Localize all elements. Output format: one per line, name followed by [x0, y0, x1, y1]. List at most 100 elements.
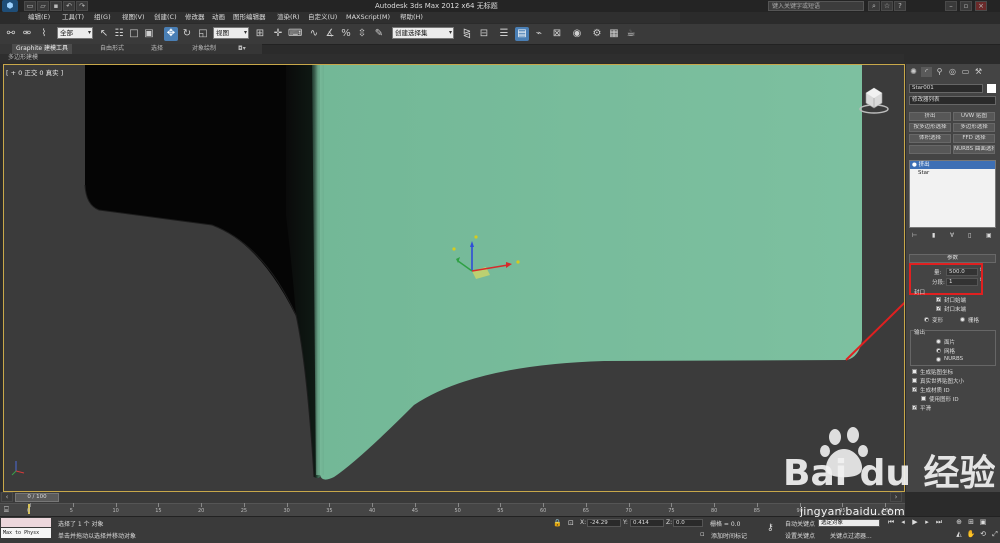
menu-edit[interactable]: 编辑(E) [28, 12, 50, 23]
select-rotate-icon[interactable]: ↻ [180, 27, 194, 41]
morph-radio[interactable] [924, 317, 929, 322]
modifier-stack[interactable]: ● 挤出 Star [909, 160, 996, 228]
select-object-icon[interactable]: ↖ [97, 27, 111, 41]
grid-radio[interactable] [960, 317, 965, 322]
time-tag-icon[interactable]: ▫ [700, 530, 705, 538]
percent-snap-icon[interactable]: % [339, 27, 353, 41]
app-logo-icon[interactable]: ⬢ [2, 0, 18, 12]
pin-stack-icon[interactable]: ⊢ [912, 232, 917, 239]
tab-selection[interactable]: 选择 [151, 44, 163, 54]
select-scale-icon[interactable]: ◱ [196, 27, 210, 41]
stack-item-extrude[interactable]: ● 挤出 [910, 161, 995, 169]
motion-tab-icon[interactable]: ◎ [947, 67, 958, 77]
layer-manager-icon[interactable]: ☰ [497, 27, 511, 41]
menu-help[interactable]: 帮助(H) [400, 12, 423, 23]
mirror-icon[interactable]: ⧎ [460, 27, 474, 41]
info-icon[interactable]: ☆ [881, 1, 893, 11]
link-icon[interactable]: ⚯ [4, 27, 18, 41]
material-editor-icon[interactable]: ◉ [570, 27, 584, 41]
real-world-map-checkbox[interactable] [912, 378, 917, 383]
tab-object-paint[interactable]: 对象绘制 [192, 44, 216, 54]
x-coord-field[interactable]: -24.29 [587, 519, 621, 527]
bind-space-warp-icon[interactable]: ⌇ [37, 27, 51, 41]
align-icon[interactable]: ⊟ [477, 27, 491, 41]
unlink-icon[interactable]: ⚮ [20, 27, 34, 41]
tab-freeform[interactable]: 自由形式 [100, 44, 124, 54]
menu-create[interactable]: 创建(C) [154, 12, 177, 23]
keyboard-shortcut-icon[interactable]: ⌨ [288, 27, 302, 41]
menu-views[interactable]: 视图(V) [122, 12, 145, 23]
vol-select-button[interactable]: 体积选择 [909, 134, 951, 143]
edit-named-selection-icon[interactable]: ✎ [372, 27, 386, 41]
redo-icon[interactable]: ↷ [76, 1, 88, 11]
menu-tools[interactable]: 工具(T) [62, 12, 84, 23]
gen-material-ids-checkbox[interactable]: ✓ [912, 387, 917, 393]
show-end-result-icon[interactable]: ▮ [932, 232, 935, 239]
modifier-list-dropdown[interactable]: 修改器列表 [909, 96, 996, 105]
menu-graph-editors[interactable]: 图形编辑器 [233, 12, 266, 23]
z-coord-field[interactable]: 0.0 [673, 519, 703, 527]
search-icon[interactable]: ⌕ [868, 1, 880, 11]
orbit-icon[interactable]: ⟲ [978, 530, 988, 539]
graphite-toggle-icon[interactable]: ▤ [515, 27, 529, 41]
set-key-button[interactable]: 设置关键点 [785, 531, 815, 540]
blank-modifier-button[interactable] [909, 145, 951, 154]
patch-radio[interactable] [936, 339, 941, 344]
uvw-map-button[interactable]: UVW 贴图 [953, 112, 995, 121]
schematic-view-icon[interactable]: ⊠ [550, 27, 564, 41]
display-tab-icon[interactable]: ▭ [960, 67, 971, 77]
bulb-icon[interactable]: ● [912, 162, 917, 168]
gen-map-coords-checkbox[interactable] [912, 369, 917, 374]
maximize-button[interactable]: ▫ [960, 1, 972, 11]
open-file-icon[interactable]: ▱ [37, 1, 49, 11]
extrude-button[interactable]: 挤出 [909, 112, 951, 121]
polygon-modeling-label[interactable]: 多边形建模 [8, 53, 38, 63]
render-teapot-icon[interactable]: ☕ [624, 27, 638, 41]
absolute-mode-icon[interactable]: ⊡ [568, 519, 574, 527]
curve-editor-icon[interactable]: ⌁ [532, 27, 546, 41]
y-coord-field[interactable]: 0.414 [630, 519, 664, 527]
mesh-radio[interactable] [936, 348, 941, 353]
poly-select-button[interactable]: 多边形选择 [953, 123, 995, 132]
selection-lock-icon[interactable]: 🔒 [553, 519, 562, 527]
close-button[interactable]: × [975, 1, 987, 11]
select-manipulate-icon[interactable]: ✛ [271, 27, 285, 41]
render-setup-icon[interactable]: ⚙ [590, 27, 604, 41]
pan-icon[interactable]: ✋ [966, 530, 976, 539]
ffd-select-button[interactable]: FFD 选择 [953, 134, 995, 143]
utilities-tab-icon[interactable]: ⚒ [973, 67, 984, 77]
modify-tab-icon[interactable]: ◜ [921, 67, 932, 77]
object-name-field[interactable]: Star001 [909, 84, 983, 93]
create-tab-icon[interactable]: ✺ [908, 67, 919, 77]
maximize-viewport-icon[interactable]: ⤢ [990, 530, 1000, 539]
viewport-label[interactable]: [ + 0 正交 0 真实 ] [6, 67, 63, 77]
undo-icon[interactable]: ↶ [63, 1, 75, 11]
snaps-toggle-icon[interactable]: ∿ [307, 27, 321, 41]
make-unique-icon[interactable]: ∀ [950, 232, 954, 239]
object-color-swatch[interactable] [987, 84, 996, 93]
stack-item-star[interactable]: Star [910, 169, 995, 177]
smooth-checkbox[interactable]: ✓ [912, 405, 917, 411]
menu-modifiers[interactable]: 修改器 [185, 12, 205, 23]
hierarchy-tab-icon[interactable]: ⚲ [934, 67, 945, 77]
nurbs-radio[interactable] [936, 357, 941, 362]
configure-sets-icon[interactable]: ▣ [986, 232, 992, 239]
menu-customize[interactable]: 自定义(U) [308, 12, 337, 23]
menu-rendering[interactable]: 渲染(R) [277, 12, 300, 23]
window-crossing-icon[interactable]: ▣ [142, 27, 156, 41]
nurbs-surface-select-button[interactable]: NURBS 曲面选择 [953, 145, 995, 154]
minimize-button[interactable]: – [945, 1, 957, 11]
menu-maxscript[interactable]: MAXScript(M) [346, 12, 390, 23]
rendered-frame-icon[interactable]: ▦ [607, 27, 621, 41]
ribbon-options-icon[interactable]: ◘▾ [238, 44, 246, 54]
named-selection-dropdown[interactable]: 创建选择集 [392, 27, 454, 39]
menu-group[interactable]: 组(G) [94, 12, 111, 23]
pivot-center-icon[interactable]: ⊞ [253, 27, 267, 41]
cap-start-checkbox[interactable]: ✓ [936, 297, 941, 303]
add-time-tag[interactable]: 添加时间标记 [711, 531, 747, 540]
menu-animation[interactable]: 动画 [212, 12, 225, 23]
spinner-snap-icon[interactable]: ⇳ [355, 27, 369, 41]
angle-snap-icon[interactable]: ∡ [323, 27, 337, 41]
select-move-icon[interactable]: ✥ [164, 27, 178, 41]
new-file-icon[interactable]: ▭ [24, 1, 36, 11]
